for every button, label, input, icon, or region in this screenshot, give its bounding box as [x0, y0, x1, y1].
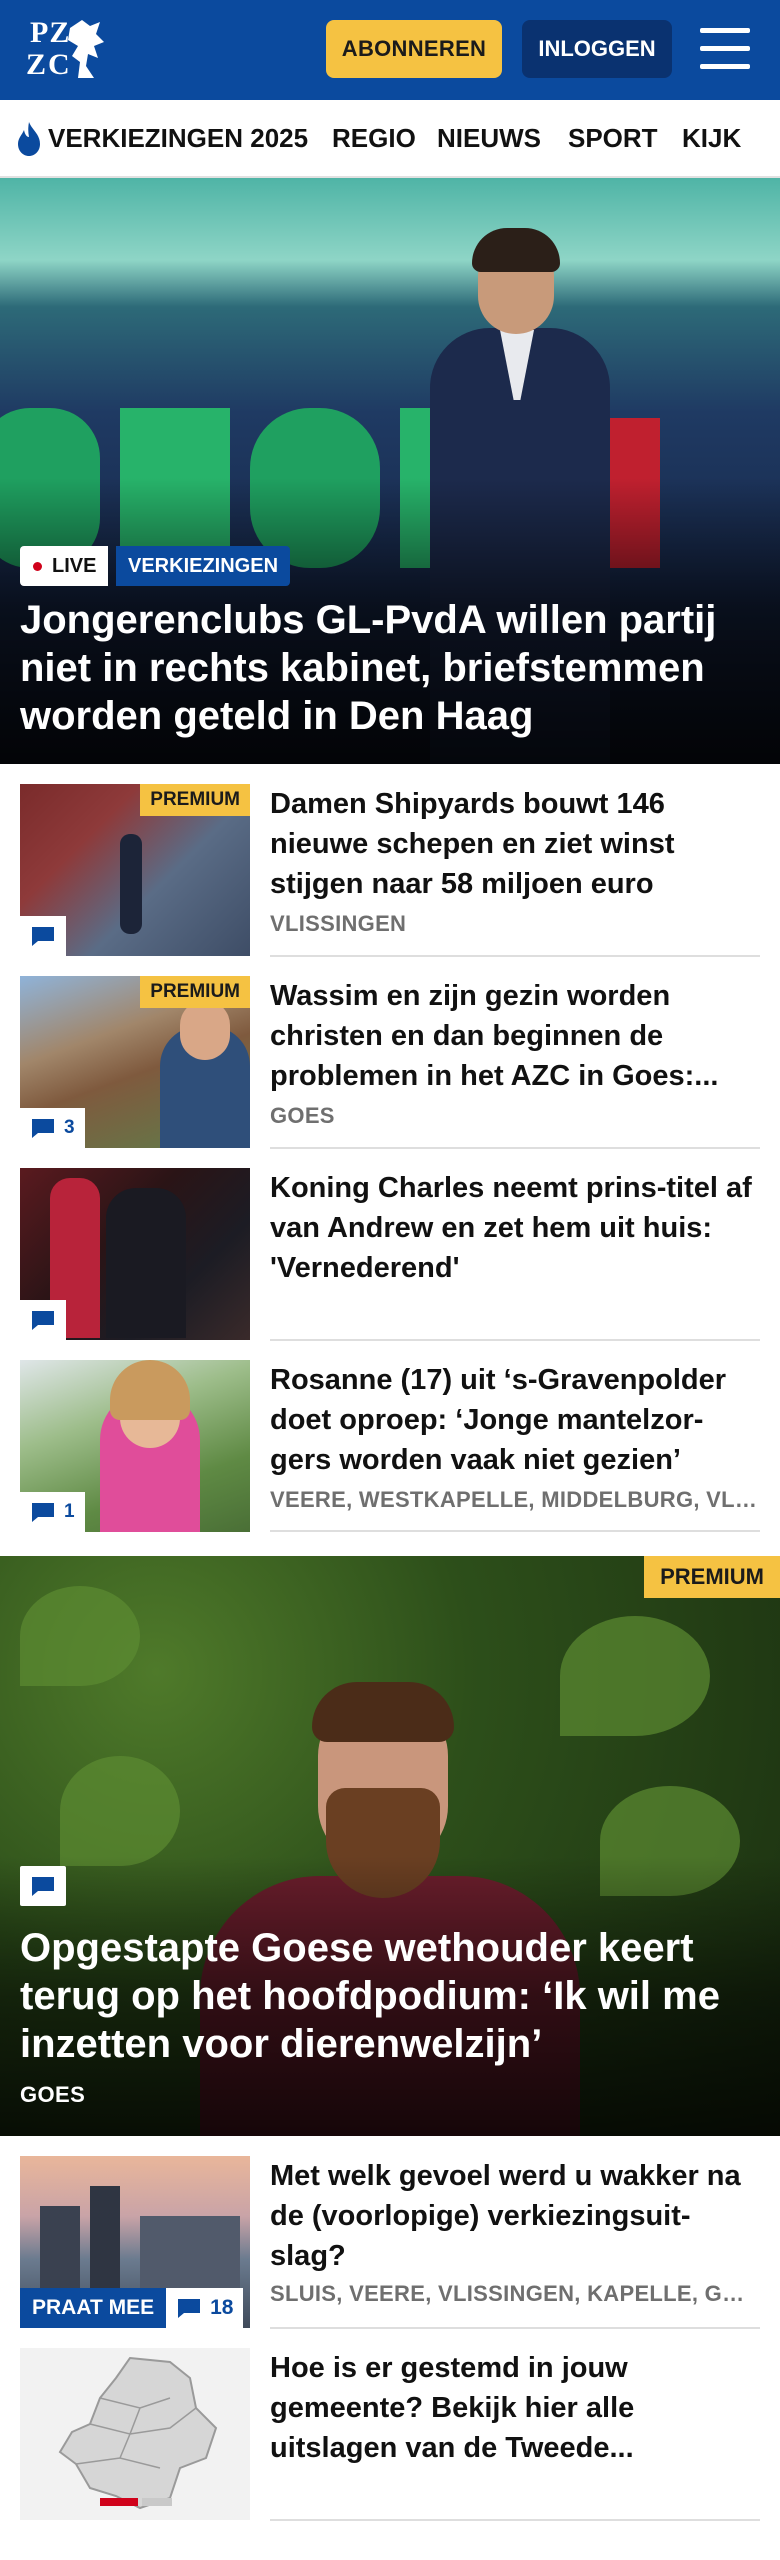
- article-item[interactable]: Koning Charles neemt prins-titel af van …: [0, 1168, 780, 1344]
- article-title[interactable]: Koning Charles neemt prins-titel af van …: [270, 1168, 760, 1288]
- comment-icon: [32, 1311, 54, 1330]
- discussion-badge[interactable]: PRAAT MEE 18: [20, 2288, 244, 2328]
- live-badge-label: LIVE: [52, 555, 97, 577]
- article-thumbnail: PRAAT MEE 18: [20, 2156, 250, 2328]
- comment-count-badge[interactable]: 1: [20, 1492, 85, 1532]
- comment-icon: [32, 927, 54, 946]
- article-thumbnail: [20, 2348, 250, 2520]
- article-title[interactable]: Hoe is er gestemd in jouw gemeente? Beki…: [270, 2348, 760, 2468]
- nav-item-sport[interactable]: SPORT: [568, 100, 658, 176]
- article-thumbnail: PREMIUM: [20, 784, 250, 956]
- nav-item-verkiezingen[interactable]: VERKIEZINGEN 2025: [48, 100, 308, 176]
- comment-count: 18: [210, 2296, 234, 2319]
- divider: [270, 955, 760, 957]
- article-title[interactable]: Damen Shipyards bouwt 146 nieuwe schepen…: [270, 784, 760, 904]
- thumbnail-figure: [106, 1188, 186, 1338]
- praat-mee-label: PRAAT MEE: [20, 2288, 167, 2328]
- divider: [270, 1530, 760, 1532]
- nav-item-nieuws[interactable]: NIEUWS: [437, 100, 541, 176]
- divider: [270, 1339, 760, 1341]
- top-header: PZ ZC ABONNEREN INLOGGEN: [0, 0, 780, 100]
- comment-count-badge[interactable]: [20, 1300, 66, 1340]
- article-item[interactable]: PRAAT MEE 18 Met welk gevoel werd u wakk…: [0, 2156, 780, 2332]
- article-title[interactable]: Met welk gevoel werd u wakker na de (voo…: [270, 2156, 760, 2276]
- comment-icon: [32, 1877, 54, 1896]
- article-title[interactable]: Rosanne (17) uit ‘s-Gravenpolder doet op…: [270, 1360, 760, 1480]
- article-thumbnail: PREMIUM 3: [20, 976, 250, 1148]
- nav-item-regio[interactable]: REGIO: [332, 100, 416, 176]
- comment-count: 1: [64, 1501, 75, 1522]
- subscribe-button[interactable]: ABONNEREN: [326, 20, 502, 78]
- hero-headline[interactable]: Jongerenclubs GL-PvdA willen partij niet…: [20, 596, 760, 740]
- article-title[interactable]: Wassim en zijn gezin worden christen en …: [270, 976, 760, 1096]
- comment-count: 3: [64, 1117, 75, 1138]
- hero-person-hair: [472, 228, 560, 272]
- netherlands-map-graphic: [58, 2356, 218, 2510]
- article-thumbnail: 1: [20, 1360, 250, 1532]
- pzc-logo[interactable]: PZ ZC: [26, 14, 112, 86]
- divider: [270, 2519, 760, 2521]
- flame-icon: [18, 122, 40, 156]
- article-location: VLISSINGEN: [270, 911, 407, 936]
- article-item[interactable]: Hoe is er gestemd in jouw gemeente? Beki…: [0, 2348, 780, 2524]
- article-item[interactable]: 1 Rosanne (17) uit ‘s-Gravenpolder doet …: [0, 1360, 780, 1536]
- nav-item-kijk[interactable]: KIJK: [682, 100, 741, 176]
- thumbnail-figure: [120, 834, 142, 934]
- feature-person-hair: [312, 1682, 454, 1742]
- comment-count-badge[interactable]: 3: [20, 1108, 85, 1148]
- comment-badge[interactable]: [20, 1866, 66, 1906]
- hamburger-menu-icon[interactable]: [700, 28, 750, 70]
- live-dot-icon: [33, 562, 42, 571]
- comment-icon: [178, 2299, 201, 2318]
- thumbnail-face: [180, 1000, 230, 1060]
- divider: [270, 2327, 760, 2329]
- comment-icon: [32, 1503, 54, 1522]
- article-item[interactable]: PREMIUM Damen Shipyards bouwt 146 nieuwe…: [0, 782, 780, 958]
- article-location: VEERE, WESTKAPELLE, MIDDELBURG, VLISSING…: [270, 1487, 760, 1512]
- article-location: GOES: [270, 1103, 335, 1128]
- premium-badge: PREMIUM: [140, 976, 250, 1008]
- premium-badge: PREMIUM: [140, 784, 250, 816]
- topic-badge[interactable]: VERKIEZINGEN: [116, 546, 291, 586]
- article-item[interactable]: PREMIUM 3 Wassim en zijn gezin worden ch…: [0, 976, 780, 1152]
- section-nav: VERKIEZINGEN 2025 REGIO NIEUWS SPORT KIJ…: [0, 100, 780, 178]
- foliage: [20, 1586, 140, 1686]
- foliage: [560, 1616, 710, 1736]
- login-button[interactable]: INLOGGEN: [522, 20, 672, 78]
- premium-badge: PREMIUM: [644, 1556, 780, 1598]
- live-badge: LIVE: [20, 546, 109, 586]
- article-location: SLUIS, VEERE, VLISSINGEN, KAPELLE, GOES: [270, 2281, 760, 2306]
- feature-article[interactable]: PREMIUM Opgestapte Goese wethouder keert…: [0, 1556, 780, 2136]
- thumbnail-hair: [110, 1360, 190, 1420]
- divider: [270, 1147, 760, 1149]
- feature-location: GOES: [20, 2082, 86, 2107]
- comment-count-badge: 18: [166, 2288, 244, 2328]
- feature-headline[interactable]: Opgestapte Goese wethouder keert terug o…: [20, 1924, 760, 2068]
- article-thumbnail: [20, 1168, 250, 1340]
- lion-crest-icon: [68, 20, 104, 78]
- comment-count-badge[interactable]: [20, 916, 66, 956]
- comment-icon: [32, 1119, 54, 1138]
- foliage: [60, 1756, 180, 1866]
